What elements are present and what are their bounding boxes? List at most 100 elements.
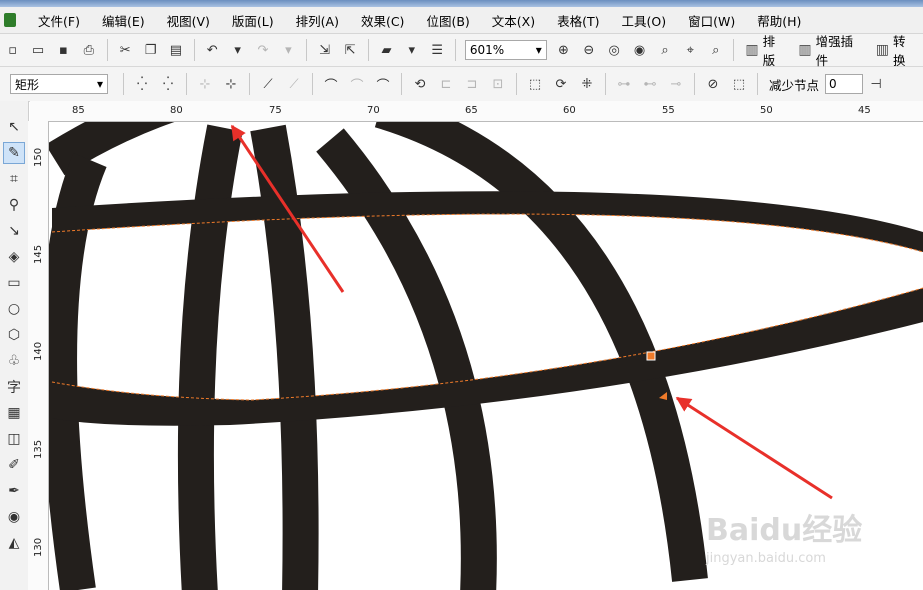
plugin-layout-button[interactable]: ▥ 排版 — [745, 31, 786, 69]
menu-file[interactable]: 文件(F) — [30, 11, 88, 30]
menu-text[interactable]: 文本(X) — [484, 11, 543, 30]
separator — [733, 39, 735, 61]
ruler-label: 70 — [367, 105, 380, 116]
interactive-tool-icon[interactable]: ◫ — [3, 428, 25, 450]
application-launcher-icon[interactable]: ▰ — [376, 39, 397, 61]
zoom-level-value: 601% — [469, 43, 505, 57]
reflect-vertical-icon[interactable]: ⊷ — [639, 73, 661, 95]
redo-dropdown-icon[interactable]: ▾ — [278, 39, 299, 61]
break-curve-icon[interactable]: ⊹ — [220, 73, 242, 95]
export-icon[interactable]: ⇱ — [339, 39, 360, 61]
title-bar — [0, 0, 923, 7]
copy-icon[interactable]: ❐ — [140, 39, 161, 61]
polygon-tool-icon[interactable]: ⬡ — [3, 324, 25, 346]
save-icon[interactable]: ▪ — [53, 39, 74, 61]
options-icon[interactable]: ☰ — [427, 39, 448, 61]
zoom-page-width-icon[interactable]: ⌖ — [680, 39, 701, 61]
menu-window[interactable]: 窗口(W) — [680, 11, 743, 30]
table-tool-icon[interactable]: ▦ — [3, 402, 25, 424]
property-bar: 矩形 ▾ ⁛ ⁛ ⊹ ⊹ ⟋ ⟋ ⌒ ⌒ ⌒ ⟲ ⊏ ⊐ ⊡ ⬚ ⟳ ⁜ ⊶ ⊷ … — [0, 67, 923, 102]
join-nodes-icon[interactable]: ⊹ — [194, 73, 216, 95]
plugin-layout-label: 排版 — [762, 34, 776, 68]
rotate-nodes-icon[interactable]: ⟳ — [550, 73, 572, 95]
menu-layout[interactable]: 版面(L) — [224, 11, 282, 30]
add-node-icon[interactable]: ⁛ — [131, 73, 153, 95]
zoom-tool-icon[interactable]: ⚲ — [3, 194, 25, 216]
selected-node-handle[interactable] — [646, 351, 656, 361]
reduce-nodes-input[interactable]: 0 — [825, 74, 864, 94]
ruler-label: 145 — [33, 244, 44, 264]
plugin-icon: ▥ — [798, 42, 812, 58]
menu-arrange[interactable]: 排列(A) — [288, 11, 347, 30]
zoom-all-icon[interactable]: ◉ — [629, 39, 650, 61]
menu-table[interactable]: 表格(T) — [549, 11, 607, 30]
freehand-tool-icon[interactable]: ↘ — [3, 220, 25, 242]
shape-type-select[interactable]: 矩形 ▾ — [10, 74, 108, 94]
ellipse-tool-icon[interactable]: ○ — [3, 298, 25, 320]
redo-icon[interactable]: ↷ — [252, 39, 273, 61]
curve-smoothness-icon[interactable]: ⊣ — [865, 73, 887, 95]
ruler-label: 65 — [465, 105, 478, 116]
ruler-label: 150 — [33, 147, 44, 167]
outline-pen-tool-icon[interactable]: ✒ — [3, 480, 25, 502]
import-icon[interactable]: ⇲ — [314, 39, 335, 61]
app-icon[interactable] — [4, 13, 16, 27]
plugin-icon: ▥ — [745, 42, 759, 58]
delete-node-icon[interactable]: ⁛ — [157, 73, 179, 95]
plugin-enhance-button[interactable]: ▥ 增强插件 — [798, 31, 863, 69]
interactive-fill-tool-icon[interactable]: ◭ — [3, 532, 25, 554]
text-tool-icon[interactable]: 字 — [3, 376, 25, 398]
extend-curve-icon[interactable]: ⊏ — [435, 73, 457, 95]
to-line-icon[interactable]: ⟋ — [257, 73, 279, 95]
menu-tools[interactable]: 工具(O) — [614, 11, 675, 30]
crop-tool-icon[interactable]: ⌗ — [3, 168, 25, 190]
paste-icon[interactable]: ▤ — [165, 39, 186, 61]
reverse-direction-icon[interactable]: ⟲ — [409, 73, 431, 95]
smooth-node-icon[interactable]: ⌒ — [346, 73, 368, 95]
close-curve-icon[interactable]: ⊡ — [487, 73, 509, 95]
launcher-dropdown-icon[interactable]: ▾ — [401, 39, 422, 61]
print-icon[interactable]: ⎙ — [78, 39, 99, 61]
symmetrical-node-icon[interactable]: ⌒ — [372, 73, 394, 95]
stretch-nodes-icon[interactable]: ⬚ — [524, 73, 546, 95]
select-all-nodes-icon[interactable]: ⊘ — [702, 73, 724, 95]
menu-edit[interactable]: 编辑(E) — [94, 11, 153, 30]
cusp-node-icon[interactable]: ⌒ — [320, 73, 342, 95]
eyedropper-tool-icon[interactable]: ✐ — [3, 454, 25, 476]
zoom-out-icon[interactable]: ⊖ — [578, 39, 599, 61]
to-curve-icon[interactable]: ⟋ — [283, 73, 305, 95]
reflect-horizontal-icon[interactable]: ⊶ — [613, 73, 635, 95]
menu-help[interactable]: 帮助(H) — [749, 11, 809, 30]
undo-icon[interactable]: ↶ — [202, 39, 223, 61]
ruler-label: 85 — [72, 105, 85, 116]
separator — [106, 39, 108, 61]
pick-tool-icon[interactable]: ↖ — [3, 116, 25, 138]
menu-view[interactable]: 视图(V) — [159, 11, 218, 30]
plugin-convert-button[interactable]: ▥ 转换 — [876, 31, 917, 69]
zoom-page-height-icon[interactable]: ⌕ — [705, 39, 726, 61]
node-marquee-icon[interactable]: ⬚ — [728, 73, 750, 95]
ruler-label: 55 — [662, 105, 675, 116]
smart-fill-tool-icon[interactable]: ◈ — [3, 246, 25, 268]
rectangle-tool-icon[interactable]: ▭ — [3, 272, 25, 294]
fill-tool-icon[interactable]: ◉ — [3, 506, 25, 528]
elastic-mode-icon[interactable]: ⊸ — [665, 73, 687, 95]
zoom-in-icon[interactable]: ⊕ — [553, 39, 574, 61]
separator — [605, 73, 606, 95]
zoom-page-icon[interactable]: ⌕ — [654, 39, 675, 61]
menu-bitmaps[interactable]: 位图(B) — [418, 11, 477, 30]
cut-icon[interactable]: ✂ — [114, 39, 135, 61]
align-nodes-icon[interactable]: ⁜ — [576, 73, 598, 95]
shape-tool-icon[interactable]: ✎ — [3, 142, 25, 164]
open-folder-icon[interactable]: ▭ — [27, 39, 48, 61]
menu-effects[interactable]: 效果(C) — [353, 11, 412, 30]
standard-toolbar: ▫ ▭ ▪ ⎙ ✂ ❐ ▤ ↶ ▾ ↷ ▾ ⇲ ⇱ ▰ ▾ ☰ 601% ▾ ⊕ … — [0, 31, 923, 69]
outer-arc-right — [374, 122, 708, 582]
undo-dropdown-icon[interactable]: ▾ — [227, 39, 248, 61]
extract-subpath-icon[interactable]: ⊐ — [461, 73, 483, 95]
basic-shapes-tool-icon[interactable]: ♧ — [3, 350, 25, 372]
zoom-selected-icon[interactable]: ◎ — [604, 39, 625, 61]
new-document-icon[interactable]: ▫ — [2, 39, 23, 61]
zoom-level-select[interactable]: 601% ▾ — [464, 40, 547, 60]
separator — [757, 73, 758, 95]
